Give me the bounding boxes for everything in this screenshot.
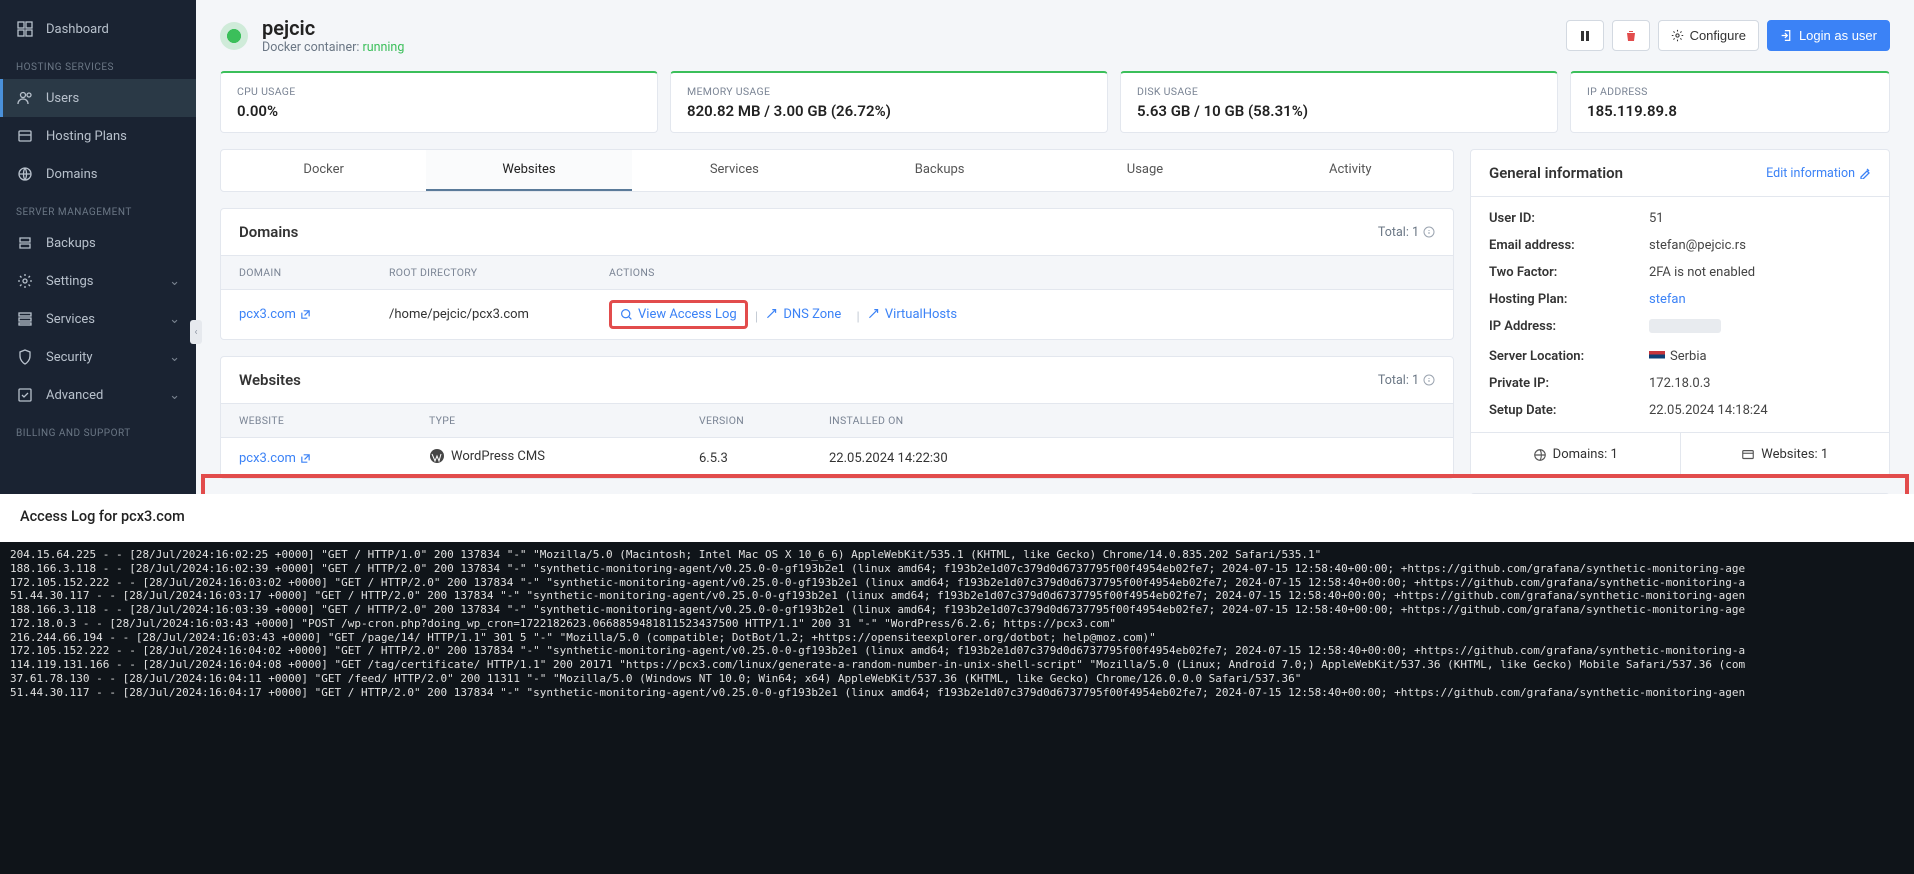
sidebar-item-security[interactable]: Security ⌄ — [0, 338, 196, 376]
sidebar-label: Security — [46, 350, 93, 365]
sidebar-item-services[interactable]: Services ⌄ — [0, 300, 196, 338]
shield-icon — [16, 348, 34, 366]
websites-total: Total: 1 — [1378, 373, 1435, 388]
sidebar-label: Dashboard — [46, 22, 109, 37]
view-access-log-link[interactable]: View Access Log — [620, 307, 737, 322]
sidebar-label: Advanced — [46, 388, 103, 403]
access-log-title: Access Log for pcx3.com — [0, 494, 1914, 539]
edit-info-link[interactable]: Edit information — [1766, 166, 1871, 181]
sidebar-item-settings[interactable]: Settings ⌄ — [0, 262, 196, 300]
ginfo-domains-count[interactable]: Domains: 1 — [1471, 433, 1680, 476]
th-root: ROOT DIRECTORY — [371, 256, 591, 289]
login-as-user-button[interactable]: Login as user — [1767, 20, 1890, 51]
tab-activity[interactable]: Activity — [1248, 150, 1453, 191]
backups-icon — [16, 234, 34, 252]
sidebar-item-domains[interactable]: Domains — [0, 155, 196, 193]
flag-serbia-icon — [1649, 351, 1665, 362]
view-access-log-highlight: View Access Log — [609, 300, 748, 329]
th-version: VERSION — [681, 404, 811, 437]
tab-services[interactable]: Services — [632, 150, 837, 191]
website-installed: 22.05.2024 14:22:30 — [811, 441, 1453, 476]
configure-button[interactable]: Configure — [1658, 20, 1759, 51]
delete-button[interactable] — [1612, 20, 1650, 51]
hosting-plan-link[interactable]: stefan — [1649, 292, 1686, 307]
website-row: pcx3.com WordPress CMS 6.5.3 22.05.2024 … — [221, 438, 1453, 478]
tab-backups[interactable]: Backups — [837, 150, 1042, 191]
sidebar-label: Users — [46, 91, 79, 106]
sidebar-label: Settings — [46, 274, 93, 289]
chevron-down-icon: ⌄ — [169, 312, 180, 327]
domain-link[interactable]: pcx3.com — [239, 307, 311, 322]
advanced-icon — [16, 386, 34, 404]
pause-button[interactable] — [1566, 20, 1604, 51]
tab-websites[interactable]: Websites — [426, 150, 631, 191]
page-title: pejcic — [262, 16, 404, 40]
tab-usage[interactable]: Usage — [1042, 150, 1247, 191]
domains-title: Domains — [239, 223, 298, 241]
websites-panel: Websites Total: 1 WEBSITE TYPE VERSION I… — [220, 356, 1454, 479]
services-icon — [16, 310, 34, 328]
th-installed: INSTALLED ON — [811, 404, 1453, 437]
domains-icon — [16, 165, 34, 183]
stat-cpu: CPU USAGE0.00% — [220, 71, 658, 133]
ip-redacted — [1649, 319, 1721, 333]
websites-title: Websites — [239, 371, 301, 389]
plans-icon — [16, 127, 34, 145]
sidebar-item-hosting-plans[interactable]: Hosting Plans — [0, 117, 196, 155]
access-log-view[interactable]: 204.15.64.225 - - [28/Jul/2024:16:02:25 … — [0, 542, 1914, 874]
page-title-block: pejcic Docker container: running — [220, 16, 404, 55]
sidebar-label: Hosting Plans — [46, 129, 127, 144]
stat-ip: IP ADDRESS185.119.89.8 — [1570, 71, 1890, 133]
sidebar-label: Services — [46, 312, 95, 327]
th-website: WEBSITE — [221, 404, 411, 437]
sidebar-heading-hosting: HOSTING SERVICES — [0, 48, 196, 79]
page-subtitle: Docker container: running — [262, 40, 404, 55]
domain-root: /home/pejcic/pcx3.com — [371, 297, 591, 332]
users-icon — [16, 89, 34, 107]
chevron-down-icon: ⌄ — [169, 388, 180, 403]
chevron-down-icon: ⌄ — [169, 350, 180, 365]
dns-zone-link[interactable]: DNS Zone — [765, 307, 841, 322]
status-dot-running — [220, 22, 248, 50]
th-type: TYPE — [411, 404, 681, 437]
domains-panel: Domains Total: 1 DOMAIN ROOT DIRECTORY A… — [220, 208, 1454, 340]
ginfo-websites-count[interactable]: Websites: 1 — [1680, 433, 1890, 476]
wordpress-icon — [429, 448, 445, 464]
website-link[interactable]: pcx3.com — [239, 451, 311, 466]
dashboard-icon — [16, 20, 34, 38]
general-info-panel: General information Edit information Use… — [1470, 149, 1890, 477]
sidebar-collapse-handle[interactable]: ‹ — [190, 320, 202, 344]
chevron-down-icon: ⌄ — [169, 274, 180, 289]
sidebar-label: Backups — [46, 236, 96, 251]
tab-docker[interactable]: Docker — [221, 150, 426, 191]
sidebar-heading-billing: BILLING AND SUPPORT — [0, 414, 196, 445]
sidebar-heading-server: SERVER MANAGEMENT — [0, 193, 196, 224]
virtualhosts-link[interactable]: VirtualHosts — [867, 307, 957, 322]
sidebar-item-advanced[interactable]: Advanced ⌄ — [0, 376, 196, 414]
th-actions: ACTIONS — [591, 256, 1453, 289]
sidebar-label: Domains — [46, 167, 97, 182]
website-version: 6.5.3 — [681, 441, 811, 476]
th-domain: DOMAIN — [221, 256, 371, 289]
stat-disk: DISK USAGE5.63 GB / 10 GB (58.31%) — [1120, 71, 1558, 133]
sidebar-item-users[interactable]: Users — [0, 79, 196, 117]
sidebar-item-dashboard[interactable]: Dashboard — [0, 10, 196, 48]
gear-icon — [16, 272, 34, 290]
stat-memory: MEMORY USAGE820.82 MB / 3.00 GB (26.72%) — [670, 71, 1108, 133]
domain-row: pcx3.com /home/pejcic/pcx3.com View Acce… — [221, 290, 1453, 339]
sidebar-item-backups[interactable]: Backups — [0, 224, 196, 262]
access-log-panel: Access Log for pcx3.com 204.15.64.225 - … — [0, 494, 1914, 874]
domains-total: Total: 1 — [1378, 225, 1435, 240]
user-tabs: Docker Websites Services Backups Usage A… — [220, 149, 1454, 192]
ginfo-title: General information — [1489, 164, 1623, 182]
